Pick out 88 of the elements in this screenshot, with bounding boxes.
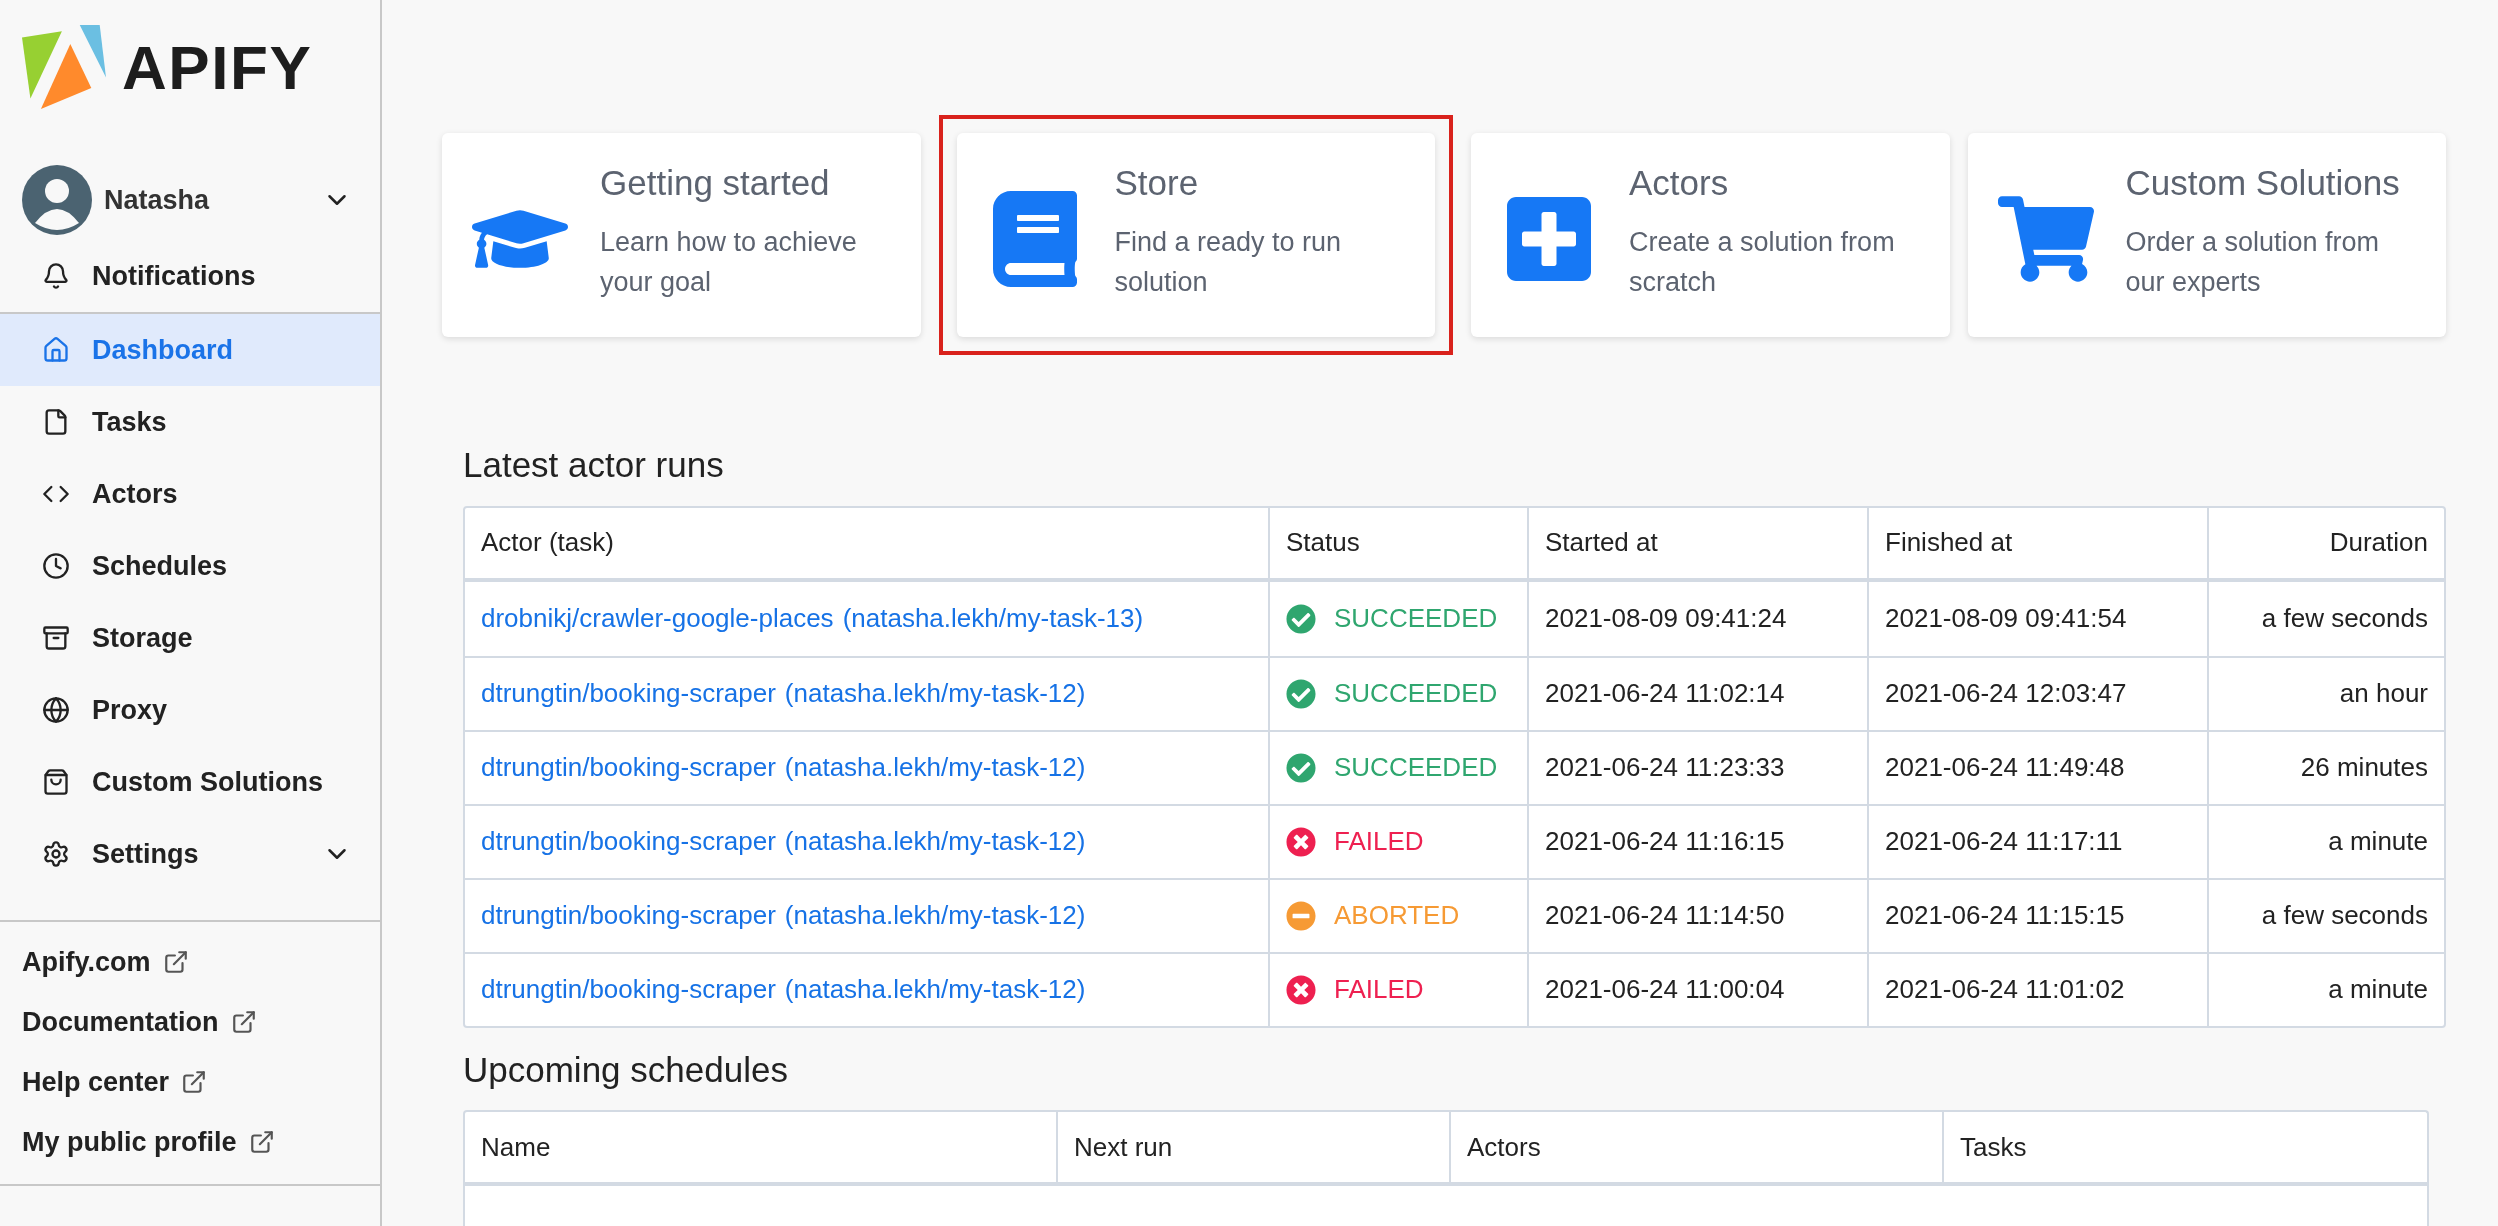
card-description: Order a solution from our experts [2125,225,2381,299]
card-title: Getting started [600,162,831,204]
nav-item[interactable]: Schedules [0,530,380,602]
actor-link[interactable]: dtrungtin/booking-scraper [481,748,776,787]
status-label: SUCCEEDED [1334,677,1498,710]
card-title: Custom Solutions [2125,162,2401,204]
home-icon [42,336,70,364]
brand-name: APIFY [122,31,313,104]
column-header: Actors [1449,1112,1942,1182]
actor-link[interactable]: dtrungtin/booking-scraper [481,970,776,1009]
external-link-icon [181,1069,208,1095]
card-description: Create a solution from scratch [1629,225,1896,299]
task-link[interactable]: (natasha.lekh/my-task-12) [784,970,1086,1009]
column-header: Status [1268,507,1527,578]
table-cell-text: a few seconds [2261,899,2428,932]
nav-item[interactable]: Tasks [0,386,380,458]
task-link[interactable]: (natasha.lekh/my-task-12) [784,896,1086,935]
task-link[interactable]: (natasha.lekh/my-task-12) [784,822,1086,861]
section-title: Upcoming schedules [463,1048,789,1091]
table-cell-text: 2021-06-24 11:02:14 [1545,677,1785,710]
external-link[interactable]: Help center [22,1060,380,1104]
nav-item[interactable]: Actors [0,458,380,530]
column-header: Finished at [1867,507,2207,578]
table-cell-text: 2021-06-24 11:00:04 [1545,973,1785,1006]
table-cell-text: 2021-06-24 11:01:02 [1885,973,2125,1006]
shortcut-card[interactable]: Getting started Learn how to achieve your goal [442,133,921,337]
actor-link[interactable]: dtrungtin/booking-scraper [481,822,776,861]
table-cell-text: a minute [2328,973,2428,1006]
nav-item[interactable]: Storage [0,602,380,674]
shortcut-card[interactable]: Store Find a ready to run solution [956,133,1435,337]
table-cell-text: a minute [2328,825,2428,858]
status-label: FAILED [1334,973,1424,1006]
globe-icon [42,696,70,724]
table-cell-text: 2021-08-09 09:41:54 [1885,602,2127,635]
table-cell-text: 2021-06-24 11:17:11 [1885,825,2123,858]
nav-item[interactable]: Custom Solutions [0,746,380,818]
status-label: SUCCEEDED [1334,602,1498,635]
external-link-icon [230,1009,257,1035]
nav-item[interactable]: Proxy [0,674,380,746]
user-menu[interactable]: Natasha [0,160,380,240]
actor-link[interactable]: dtrungtin/booking-scraper [481,674,776,713]
table-cell-text: a few seconds [2261,602,2428,635]
column-header: Tasks [1942,1112,2427,1182]
shortcut-card[interactable]: Actors Create a solution from scratch [1471,133,1950,337]
table-cell-text: 26 minutes [2300,751,2428,784]
task-link[interactable]: (natasha.lekh/my-task-12) [784,674,1086,713]
shortcut-card[interactable]: Custom Solutions Order a solution from our experts [1967,133,2446,337]
gear-icon [42,840,70,868]
column-header: Next run [1056,1112,1449,1182]
table-cell-text: 2021-08-09 09:41:24 [1545,602,1787,635]
table-cell-text: 2021-06-24 11:49:48 [1885,751,2125,784]
archive-icon [42,624,70,652]
column-header: Name [480,1130,552,1164]
bell-icon [42,262,70,290]
card-description: Learn how to achieve your goal [600,225,858,299]
external-link-icon [248,1129,275,1155]
task-link[interactable]: (natasha.lekh/my-task-12) [784,748,1086,787]
card-title: Actors [1629,162,1730,204]
nav-item[interactable]: Notifications [0,240,380,312]
column-header: Duration [2207,507,2444,578]
avatar-icon [22,165,92,235]
table-cell-text: 2021-06-24 11:15:15 [1885,899,2125,932]
status-label: SUCCEEDED [1334,751,1498,784]
external-link[interactable]: Apify.com [22,940,380,984]
status-label: ABORTED [1334,899,1460,932]
card-description: Find a ready to run solution [1114,225,1343,299]
table-cell-text: 2021-06-24 11:16:15 [1545,825,1785,858]
user-name: Natasha [104,183,210,217]
nav-item[interactable]: Dashboard [0,314,380,386]
section-title: Latest actor runs [463,444,725,486]
clock-icon [42,552,70,580]
column-header: Actor (task) [480,526,615,559]
card-title: Store [1114,162,1200,204]
column-header: Started at [1527,507,1867,578]
bag-icon [42,768,70,796]
status-label: FAILED [1334,825,1424,858]
logo-icon [22,25,106,109]
actor-link[interactable]: drobnikj/crawler-google-places [481,599,834,638]
nav-item[interactable]: Settings [0,818,380,890]
external-link[interactable]: My public profile [22,1120,380,1164]
table-cell-text: 2021-06-24 11:23:33 [1545,751,1785,784]
external-link-icon [162,949,189,975]
external-link[interactable]: Documentation [22,1000,380,1044]
table-cell-text: 2021-06-24 11:14:50 [1545,899,1785,932]
table-cell-text: an hour [2339,677,2428,710]
table-cell-text: 2021-06-24 12:03:47 [1885,677,2127,710]
actor-link[interactable]: dtrungtin/booking-scraper [481,896,776,935]
task-link[interactable]: (natasha.lekh/my-task-13) [842,599,1144,638]
